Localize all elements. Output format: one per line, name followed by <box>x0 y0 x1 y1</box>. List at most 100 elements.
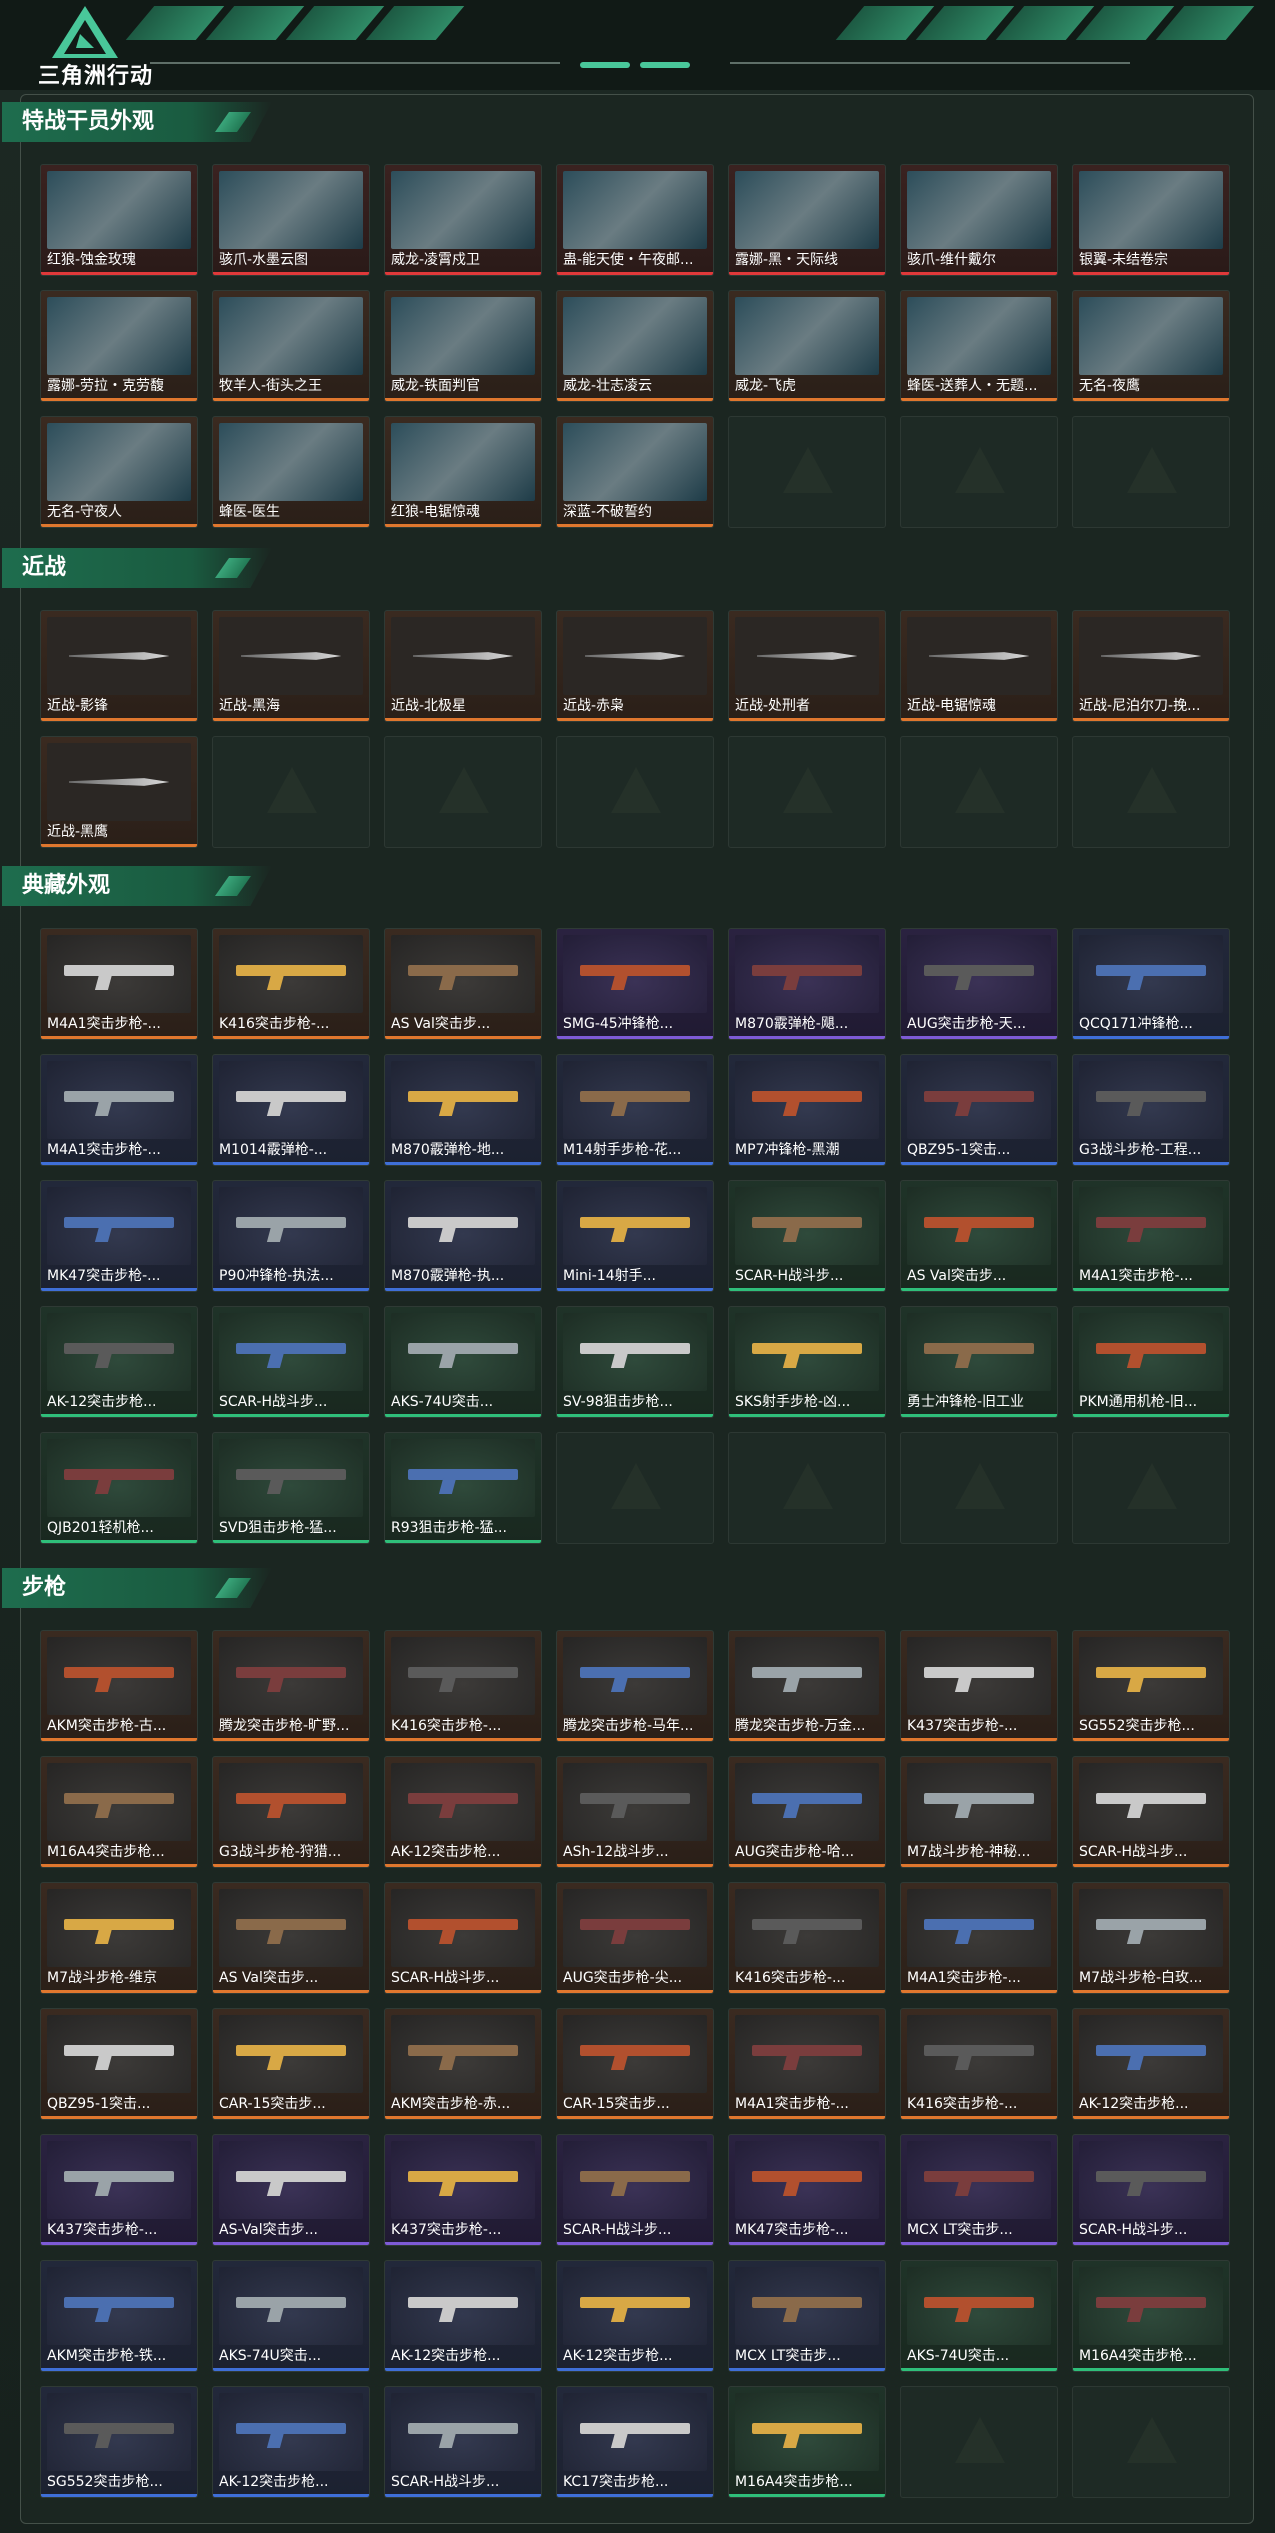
skin-card[interactable]: AKM突击步枪-铁... <box>40 2260 198 2372</box>
skin-card[interactable]: 无名-守夜人 <box>40 416 198 528</box>
skin-card[interactable]: AKM突击步枪-赤... <box>384 2008 542 2120</box>
skin-card[interactable]: 勇士冲锋枪-旧工业 <box>900 1306 1058 1418</box>
skin-card[interactable]: P90冲锋枪-执法... <box>212 1180 370 1292</box>
skin-card[interactable]: 近战-赤枭 <box>556 610 714 722</box>
skin-card[interactable]: 威龙-飞虎 <box>728 290 886 402</box>
skin-card[interactable]: 骇爪-水墨云图 <box>212 164 370 276</box>
skin-card[interactable]: 腾龙突击步枪-万金... <box>728 1630 886 1742</box>
skin-card[interactable]: SKS射手步枪-凶... <box>728 1306 886 1418</box>
skin-card[interactable]: 骇爪-维什戴尔 <box>900 164 1058 276</box>
skin-card[interactable]: QCQ171冲锋枪... <box>1072 928 1230 1040</box>
skin-card[interactable]: K416突击步枪-... <box>728 1882 886 1994</box>
skin-card[interactable]: 近战-黑海 <box>212 610 370 722</box>
skin-card[interactable]: CAR-15突击步... <box>212 2008 370 2120</box>
skin-card[interactable]: 威龙-铁面判官 <box>384 290 542 402</box>
skin-card[interactable]: M16A4突击步枪... <box>40 1756 198 1868</box>
skin-card[interactable]: M4A1突击步枪-... <box>40 1054 198 1166</box>
skin-card[interactable]: MK47突击步枪-... <box>728 2134 886 2246</box>
skin-card[interactable]: K416突击步枪-... <box>900 2008 1058 2120</box>
skin-card[interactable]: 近战-尼泊尔刀-挽... <box>1072 610 1230 722</box>
skin-card[interactable]: SVD狙击步枪-猛... <box>212 1432 370 1544</box>
skin-card[interactable]: AS Val突击步... <box>900 1180 1058 1292</box>
skin-card[interactable]: M16A4突击步枪... <box>1072 2260 1230 2372</box>
skin-card[interactable]: 威龙-凌霄戍卫 <box>384 164 542 276</box>
skin-card[interactable]: MP7冲锋枪-黑潮 <box>728 1054 886 1166</box>
skin-card[interactable]: K437突击步枪-... <box>40 2134 198 2246</box>
skin-card[interactable]: M4A1突击步枪-... <box>40 928 198 1040</box>
skin-card[interactable]: M870霰弹枪-飓... <box>728 928 886 1040</box>
skin-card[interactable]: G3战斗步枪-狩猎... <box>212 1756 370 1868</box>
skin-card[interactable]: 深蓝-不破誓约 <box>556 416 714 528</box>
skin-card[interactable]: MCX LT突击步... <box>728 2260 886 2372</box>
skin-card[interactable]: SMG-45冲锋枪... <box>556 928 714 1040</box>
skin-card[interactable]: 近战-电锯惊魂 <box>900 610 1058 722</box>
skin-card[interactable]: SCAR-H战斗步... <box>212 1306 370 1418</box>
skin-card[interactable]: MK47突击步枪-... <box>40 1180 198 1292</box>
skin-card[interactable]: 蜂医-送葬人・无题... <box>900 290 1058 402</box>
skin-card[interactable]: SCAR-H战斗步... <box>384 2386 542 2498</box>
skin-card[interactable]: QBZ95-1突击... <box>900 1054 1058 1166</box>
skin-card[interactable]: AK-12突击步枪... <box>384 1756 542 1868</box>
skin-card[interactable]: K437突击步枪-... <box>900 1630 1058 1742</box>
skin-card[interactable]: SG552突击步枪... <box>40 2386 198 2498</box>
skin-card[interactable]: M870霰弹枪-地... <box>384 1054 542 1166</box>
skin-card[interactable]: AS-Val突击步... <box>212 2134 370 2246</box>
skin-card[interactable]: AUG突击步枪-天... <box>900 928 1058 1040</box>
skin-card[interactable]: 蜂医-医生 <box>212 416 370 528</box>
skin-card[interactable]: CAR-15突击步... <box>556 2008 714 2120</box>
skin-card[interactable]: 近战-影锋 <box>40 610 198 722</box>
skin-card[interactable]: M7战斗步枪-维京 <box>40 1882 198 1994</box>
skin-card[interactable]: 无名-夜鹰 <box>1072 290 1230 402</box>
skin-card[interactable]: Mini-14射手... <box>556 1180 714 1292</box>
skin-card[interactable]: ASh-12战斗步... <box>556 1756 714 1868</box>
skin-card[interactable]: 威龙-壮志凌云 <box>556 290 714 402</box>
skin-card[interactable]: M1014霰弹枪-... <box>212 1054 370 1166</box>
skin-card[interactable]: R93狙击步枪-猛... <box>384 1432 542 1544</box>
skin-card[interactable]: SV-98狙击步枪... <box>556 1306 714 1418</box>
skin-card[interactable]: SCAR-H战斗步... <box>384 1882 542 1994</box>
skin-card[interactable]: AK-12突击步枪... <box>1072 2008 1230 2120</box>
skin-card[interactable]: AKS-74U突击... <box>900 2260 1058 2372</box>
skin-card[interactable]: 近战-北极星 <box>384 610 542 722</box>
skin-card[interactable]: AKS-74U突击... <box>384 1306 542 1418</box>
skin-card[interactable]: K437突击步枪-... <box>384 2134 542 2246</box>
skin-card[interactable]: 蛊-能天使・午夜邮... <box>556 164 714 276</box>
skin-card[interactable]: M7战斗步枪-神秘... <box>900 1756 1058 1868</box>
skin-card[interactable]: M4A1突击步枪-... <box>900 1882 1058 1994</box>
skin-card[interactable]: AK-12突击步枪... <box>384 2260 542 2372</box>
skin-card[interactable]: QBZ95-1突击... <box>40 2008 198 2120</box>
skin-card[interactable]: 银翼-未结卷宗 <box>1072 164 1230 276</box>
skin-card[interactable]: AS Val突击步... <box>384 928 542 1040</box>
skin-card[interactable]: AK-12突击步枪... <box>40 1306 198 1418</box>
skin-card[interactable]: M16A4突击步枪... <box>728 2386 886 2498</box>
skin-card[interactable]: SCAR-H战斗步... <box>1072 1756 1230 1868</box>
skin-card[interactable]: SCAR-H战斗步... <box>556 2134 714 2246</box>
skin-card[interactable]: M4A1突击步枪-... <box>728 2008 886 2120</box>
skin-card[interactable]: SCAR-H战斗步... <box>728 1180 886 1292</box>
skin-card[interactable]: K416突击步枪-... <box>384 1630 542 1742</box>
skin-card[interactable]: 红狼-蚀金玫瑰 <box>40 164 198 276</box>
skin-card[interactable]: AUG突击步枪-尖... <box>556 1882 714 1994</box>
skin-card[interactable]: 牧羊人-街头之王 <box>212 290 370 402</box>
skin-card[interactable]: M870霰弹枪-执... <box>384 1180 542 1292</box>
skin-card[interactable]: AK-12突击步枪... <box>556 2260 714 2372</box>
skin-card[interactable]: 近战-处刑者 <box>728 610 886 722</box>
skin-card[interactable]: K416突击步枪-... <box>212 928 370 1040</box>
skin-card[interactable]: 腾龙突击步枪-旷野... <box>212 1630 370 1742</box>
skin-card[interactable]: 腾龙突击步枪-马年... <box>556 1630 714 1742</box>
skin-card[interactable]: AUG突击步枪-哈... <box>728 1756 886 1868</box>
skin-card[interactable]: KC17突击步枪... <box>556 2386 714 2498</box>
skin-card[interactable]: M14射手步枪-花... <box>556 1054 714 1166</box>
skin-card[interactable]: G3战斗步枪-工程... <box>1072 1054 1230 1166</box>
skin-card[interactable]: 近战-黑鹰 <box>40 736 198 848</box>
skin-card[interactable]: AK-12突击步枪... <box>212 2386 370 2498</box>
skin-card[interactable]: 露娜-黑・天际线 <box>728 164 886 276</box>
skin-card[interactable]: M4A1突击步枪-... <box>1072 1180 1230 1292</box>
skin-card[interactable]: AKS-74U突击... <box>212 2260 370 2372</box>
skin-card[interactable]: 露娜-劳拉・克劳馥 <box>40 290 198 402</box>
skin-card[interactable]: 红狼-电锯惊魂 <box>384 416 542 528</box>
skin-card[interactable]: SG552突击步枪... <box>1072 1630 1230 1742</box>
skin-card[interactable]: MCX LT突击步... <box>900 2134 1058 2246</box>
skin-card[interactable]: SCAR-H战斗步... <box>1072 2134 1230 2246</box>
skin-card[interactable]: QJB201轻机枪... <box>40 1432 198 1544</box>
